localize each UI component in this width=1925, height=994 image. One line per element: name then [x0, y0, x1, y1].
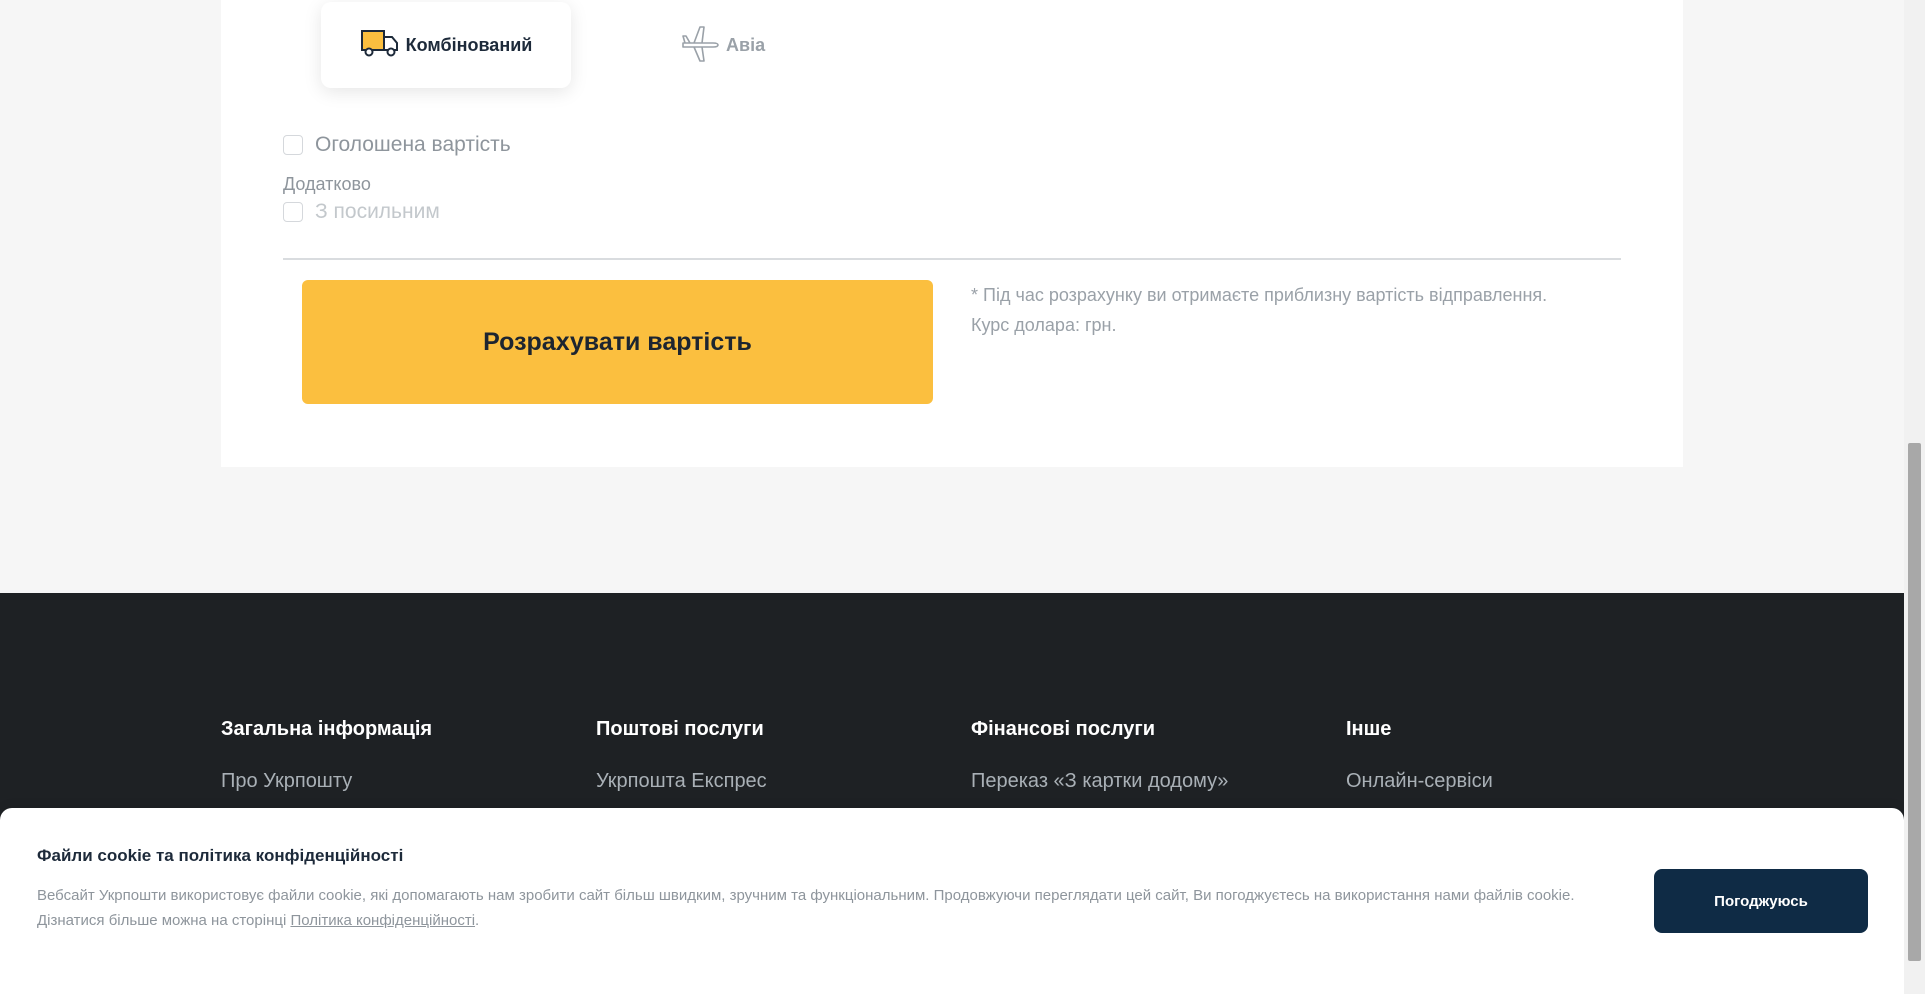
footer-link-express[interactable]: Укрпошта Експрес — [596, 770, 767, 793]
truck-icon — [360, 28, 406, 63]
scrollbar-thumb[interactable] — [1908, 443, 1921, 961]
footer-heading-financial: Фінансові послуги — [971, 718, 1156, 740]
tab-avia[interactable]: Авіа — [680, 2, 800, 88]
privacy-policy-link[interactable]: Політика конфіденційності — [290, 912, 475, 929]
page: Комбінований Авіа Оголошена вартість Дод… — [0, 0, 1904, 994]
accept-cookies-button[interactable]: Погоджуюсь — [1654, 869, 1868, 933]
tab-avia-label: Авіа — [726, 34, 766, 55]
footer-link-online-services[interactable]: Онлайн-сервіси — [1346, 770, 1493, 793]
cookie-title: Файли cookie та політика конфіденційност… — [37, 846, 404, 865]
footer-column-postal: Поштові послуги Укрпошта Експрес — [596, 718, 767, 793]
courier-checkbox-row[interactable]: З посильним — [283, 200, 440, 224]
estimate-note: * Під час розрахунку ви отримаєте прибли… — [971, 285, 1548, 305]
scrollbar[interactable] — [1904, 0, 1925, 994]
courier-checkbox[interactable] — [283, 202, 303, 222]
airplane-icon — [680, 23, 726, 68]
cookie-banner: Файли cookie та політика конфіденційност… — [0, 808, 1904, 994]
cookie-more-suffix: . — [475, 912, 480, 929]
additional-label: Додатково — [283, 174, 371, 194]
tab-combined[interactable]: Комбінований — [321, 2, 571, 88]
exchange-rate-label: Курс долара: грн. — [971, 315, 1117, 335]
footer-heading-postal: Поштові послуги — [596, 718, 764, 740]
footer-link-about[interactable]: Про Укрпошту — [221, 770, 432, 793]
divider — [283, 258, 1621, 260]
tab-combined-label: Комбінований — [405, 34, 533, 55]
declared-value-checkbox[interactable] — [283, 135, 303, 155]
footer-column-general: Загальна інформація Про Укрпошту — [221, 718, 432, 793]
footer-heading-other: Інше — [1346, 718, 1392, 740]
calculate-button[interactable]: Розрахувати вартість — [302, 280, 933, 404]
cookie-text-block: Вебсайт Укрпошти використовує файли cook… — [37, 883, 1627, 933]
courier-label: З посильним — [315, 200, 440, 223]
declared-value-checkbox-row[interactable]: Оголошена вартість — [283, 133, 511, 157]
footer-link-card-transfer[interactable]: Переказ «З картки додому» — [971, 770, 1228, 793]
cookie-more-prefix: Дізнатися більше можна на сторінці — [37, 912, 291, 929]
cookie-text: Вебсайт Укрпошти використовує файли cook… — [37, 887, 1575, 904]
footer-heading-general: Загальна інформація — [221, 718, 433, 740]
declared-value-label: Оголошена вартість — [315, 133, 511, 156]
footer-column-financial: Фінансові послуги Переказ «З картки додо… — [971, 718, 1228, 793]
footer-column-other: Інше Онлайн-сервіси — [1346, 718, 1493, 793]
